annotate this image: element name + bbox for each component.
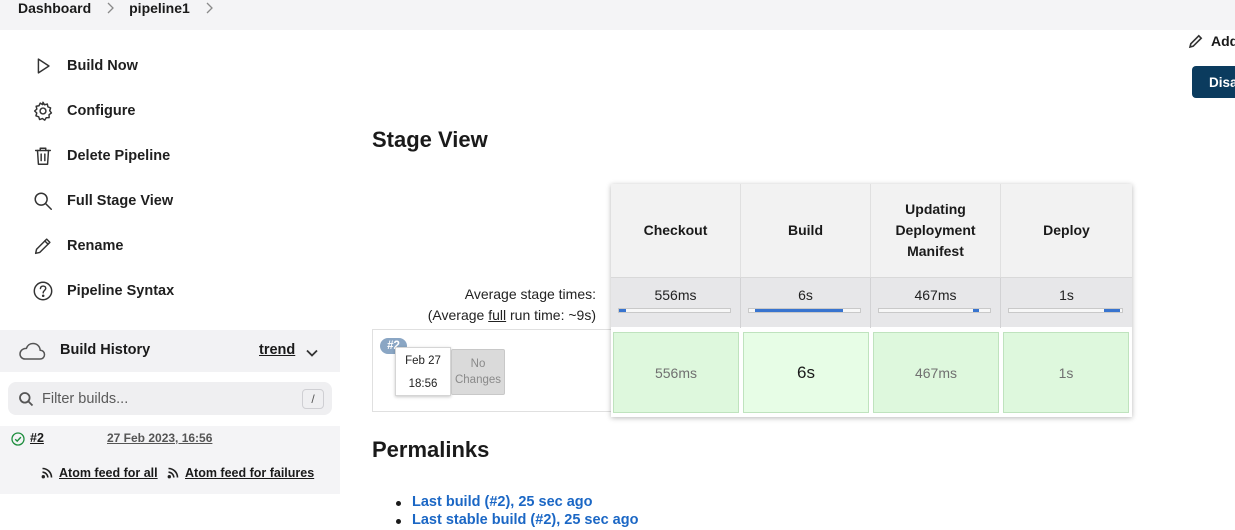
avg-run-time-label: (Average full run time: ~9s): [427, 307, 596, 323]
avg-progress-track: [748, 308, 861, 313]
shortcut-hint: /: [302, 389, 324, 409]
avg-time-value: 556ms: [654, 287, 697, 303]
task-label: Delete Pipeline: [67, 148, 171, 164]
pencil-icon: [1188, 33, 1204, 49]
avg-time-value: 6s: [798, 287, 813, 303]
rss-icon: [41, 467, 53, 479]
permalinks-title: Permalinks: [372, 437, 490, 462]
task-build-now[interactable]: Build Now: [32, 54, 138, 78]
filter-builds-box: /: [8, 382, 332, 415]
pencil-icon: [32, 235, 54, 257]
avg-stage-times-row: 556ms 6s 467ms 1s: [611, 277, 1132, 328]
filter-builds-input[interactable]: [42, 386, 292, 411]
rss-icon: [167, 467, 179, 479]
chevron-down-icon[interactable]: [305, 345, 319, 357]
stage-cell-checkout[interactable]: 556ms: [613, 332, 739, 413]
task-label: Pipeline Syntax: [67, 283, 175, 299]
stage-header-updating-deployment-manifest: Updating Deployment Manifest: [871, 184, 1001, 277]
trash-icon: [32, 145, 54, 167]
task-label: Build Now: [67, 58, 138, 74]
avg-cell-updating-deployment-manifest: 467ms: [871, 278, 1001, 328]
build-date-card: Feb 27 18:56: [395, 347, 451, 396]
breadcrumb: Dashboard pipeline1: [18, 0, 228, 16]
side-panel: Build Now Configure Delete Pipeline Full…: [0, 30, 340, 524]
play-icon: [32, 55, 54, 77]
avg-progress-fill: [619, 309, 626, 312]
avg-stage-times-label: Average stage times:: [464, 286, 596, 302]
trend-link[interactable]: trend: [259, 342, 295, 358]
atom-feed-all-link[interactable]: Atom feed for all: [41, 466, 158, 480]
build-date-link[interactable]: 27 Feb 2023, 16:56: [107, 431, 212, 445]
build-number-link[interactable]: #2: [30, 431, 44, 445]
avg-cell-deploy: 1s: [1001, 278, 1132, 328]
avg-progress-fill: [754, 309, 844, 312]
help-icon: [32, 280, 54, 302]
chevron-right-icon: [107, 2, 115, 14]
stage-view-table: Checkout Build Updating Deployment Manif…: [611, 184, 1132, 417]
stage-header-deploy: Deploy: [1001, 184, 1132, 277]
task-rename[interactable]: Rename: [32, 234, 123, 258]
build-history-row: #2 27 Feb 2023, 16:56: [0, 426, 340, 452]
gear-icon: [32, 100, 54, 122]
stage-cell-deploy[interactable]: 1s: [1003, 332, 1129, 413]
task-pipeline-syntax[interactable]: Pipeline Syntax: [32, 279, 174, 303]
no-changes-box[interactable]: No Changes: [451, 349, 505, 395]
avg-progress-fill: [1103, 309, 1120, 312]
breadcrumb-pipeline1[interactable]: pipeline1: [129, 0, 190, 16]
avg-cell-checkout: 556ms: [611, 278, 741, 328]
success-check-icon: [11, 432, 25, 446]
permalink-last-build: Last build (#2), 25 sec ago: [396, 494, 638, 512]
avg-time-value: 1s: [1059, 287, 1074, 303]
permalinks-list: Last build (#2), 25 sec ago Last stable …: [396, 494, 638, 530]
search-icon: [18, 391, 34, 407]
stage-cell-updating-deployment-manifest[interactable]: 467ms: [873, 332, 999, 413]
atom-feeds: Atom feed for all Atom feed for failures: [0, 452, 340, 494]
breadcrumb-dashboard[interactable]: Dashboard: [18, 0, 91, 16]
avg-progress-track: [618, 308, 731, 313]
cloud-icon: [18, 341, 46, 361]
full-run-link[interactable]: full: [488, 307, 506, 323]
task-label: Configure: [67, 103, 136, 119]
build-time: 18:56: [408, 378, 438, 390]
stage-header-checkout: Checkout: [611, 184, 741, 277]
task-label: Rename: [67, 238, 124, 254]
avg-time-value: 467ms: [914, 287, 957, 303]
avg-progress-fill: [973, 309, 979, 312]
build-date: Feb 27: [405, 355, 441, 367]
disable-project-button[interactable]: Disa: [1192, 66, 1235, 98]
avg-progress-track: [1008, 308, 1123, 313]
permalink-last-stable-build: Last stable build (#2), 25 sec ago: [396, 512, 638, 530]
breadcrumb-bar: Dashboard pipeline1: [0, 0, 1235, 30]
stage-header-build: Build: [741, 184, 871, 277]
task-full-stage-view[interactable]: Full Stage View: [32, 189, 173, 213]
stage-view-title: Stage View: [372, 127, 488, 152]
avg-progress-track: [878, 308, 991, 313]
avg-cell-build: 6s: [741, 278, 871, 328]
search-icon: [32, 190, 54, 212]
stage-cell-build[interactable]: 6s: [743, 332, 869, 413]
task-label: Full Stage View: [67, 193, 174, 209]
atom-feed-failures-link[interactable]: Atom feed for failures: [167, 466, 314, 480]
task-configure[interactable]: Configure: [32, 99, 135, 123]
add-description-label: Add: [1211, 33, 1235, 49]
chevron-right-icon[interactable]: [206, 2, 214, 14]
build-history-title: Build History: [60, 342, 151, 358]
task-delete-pipeline[interactable]: Delete Pipeline: [32, 144, 170, 168]
build-history-header: Build History trend: [0, 330, 340, 372]
add-description-link[interactable]: Add: [1188, 33, 1235, 49]
